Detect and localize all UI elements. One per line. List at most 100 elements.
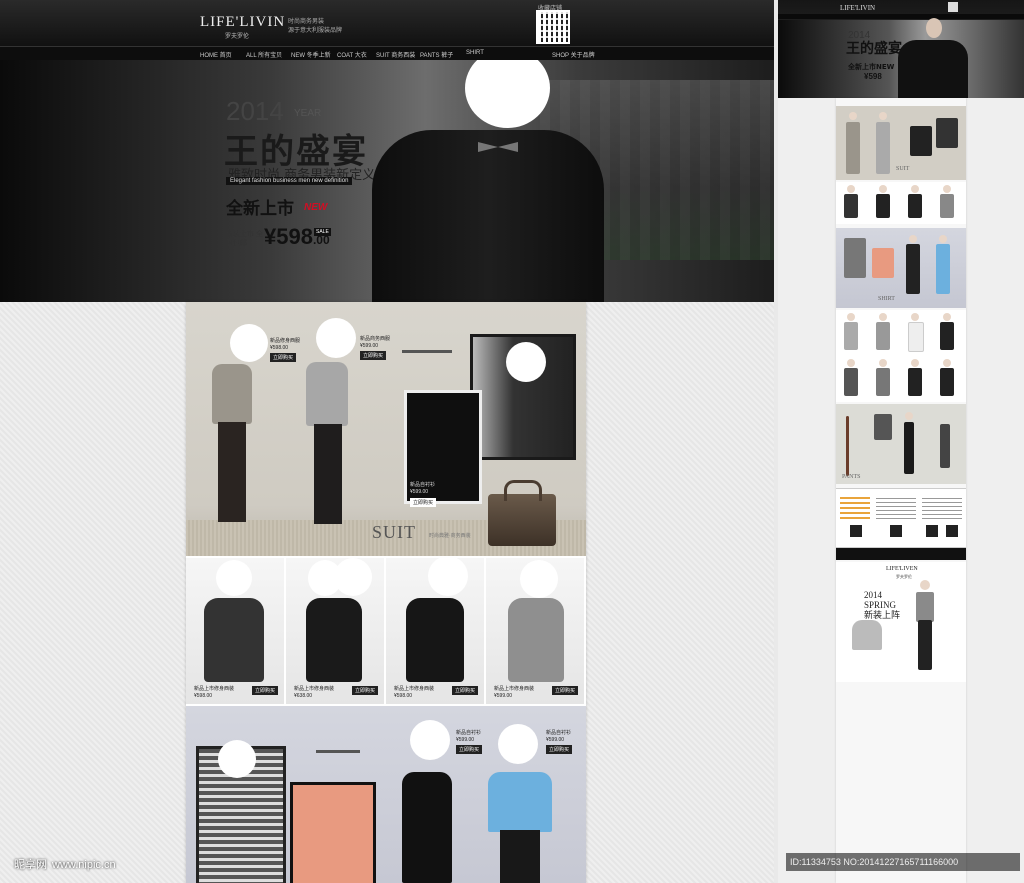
store-header: LIFE'LIVIN 罗夫罗伦 时尚商务男装 源于意大利服装品牌 收藏店铺 xyxy=(0,0,774,46)
suit-item-3-tag: 新品自衬衫 ¥599.00 xyxy=(410,482,436,495)
product-image xyxy=(204,598,264,682)
face-mask xyxy=(498,724,538,764)
preview-logo: LIFE'LIVIN xyxy=(840,4,876,12)
product-card[interactable]: 新品上市修身西装 ¥598.00 立即购买 xyxy=(186,558,286,704)
framed-pink-shirt-photo[interactable] xyxy=(290,782,376,883)
buy-button[interactable]: 立即购买 xyxy=(552,686,579,695)
product-image xyxy=(306,598,362,682)
suit-item-1-tag: 新品修身西服 ¥598.00 xyxy=(270,338,301,351)
favorite-shop-label[interactable]: 收藏店铺 xyxy=(538,3,562,12)
preview-spring-text: 2014 SPRING 新装上阵 xyxy=(864,590,901,620)
coat-hooks xyxy=(316,750,360,753)
preview-chair xyxy=(852,620,882,650)
brand-logo-sub: 罗夫罗伦 xyxy=(225,34,250,40)
nav-pants[interactable]: PANTS 裤子 xyxy=(420,50,453,59)
product-info: 新品上市修身西装 ¥638.00 xyxy=(294,686,335,699)
buy-button[interactable]: 立即购买 xyxy=(360,351,387,360)
brand-slogan: 时尚商务男装 源于意大利服装品牌 xyxy=(288,19,343,34)
preview-suit-label: SUIT xyxy=(896,166,910,172)
product-info: 新品上市修身西装 ¥599.00 xyxy=(494,686,535,699)
buy-button[interactable]: 立即购买 xyxy=(546,745,573,754)
preview-bottom-logo-sub: 罗夫罗伦 xyxy=(896,574,912,579)
hero-banner[interactable]: 2014 YEAR 王的盛宴 雅致时尚 商务男装新定义 Elegant fash… xyxy=(0,60,774,302)
nav-about[interactable]: SHOP 关于品牌 xyxy=(552,50,595,59)
face-mask xyxy=(334,558,372,596)
hero-subtitle-en: Elegant fashion business men new definit… xyxy=(226,177,353,185)
suit-model-2[interactable] xyxy=(306,362,348,426)
preview-shirt-block: SHIRT xyxy=(836,228,966,308)
hero-sale-tag: SALE xyxy=(314,228,331,236)
preview-hero-head xyxy=(926,18,942,38)
hero-year: 2014 xyxy=(226,96,284,126)
hero-new-tag: NEW xyxy=(304,202,328,213)
buy-button[interactable]: 立即购买 xyxy=(452,686,479,695)
preview-spring-block: LIFE'LIVEN 罗夫罗伦 2014 SPRING 新装上阵 xyxy=(836,562,966,682)
product-image xyxy=(508,598,564,682)
face-mask xyxy=(428,556,468,596)
nav-shirt[interactable]: SHIRT xyxy=(466,50,484,56)
product-card[interactable]: 新品上市修身西装 ¥598.00 立即购买 xyxy=(386,556,486,704)
shirt-model-black[interactable] xyxy=(402,772,452,883)
hero-year-word: YEAR xyxy=(294,108,322,119)
nav-home[interactable]: HOME 首页 xyxy=(200,50,232,59)
preview-pants-label: PANTS xyxy=(842,474,861,480)
watermark-site: 昵享网 www.nipic.cn xyxy=(14,859,116,871)
preview-shirt-label: SHIRT xyxy=(878,296,895,302)
content-column: 新品修身西服 ¥598.00 立即购买 新品商务西服 ¥599.00 立即购买 新品… xyxy=(186,302,586,883)
preview-qr-icon xyxy=(948,2,958,12)
buy-button[interactable]: 立即购买 xyxy=(410,498,437,507)
buy-button[interactable]: 立即购买 xyxy=(252,686,279,695)
hero-new-label: 全新上市 xyxy=(226,199,294,219)
qr-code-icon[interactable] xyxy=(536,10,570,44)
preview-shirt-grid xyxy=(836,310,966,402)
nav-new[interactable]: NEW 冬季上新 xyxy=(291,50,331,59)
product-info: 新品上市修身西装 ¥598.00 xyxy=(394,686,435,699)
preview-hero-title: 王的盛宴 xyxy=(846,41,902,57)
preview-hero-price: ¥598 xyxy=(864,72,882,81)
hero-face-mask xyxy=(465,60,550,128)
preview-pants-block: PANTS xyxy=(836,404,966,484)
main-nav: HOME 首页 ALL 所有宝贝 NEW 冬季上新 COAT 大衣 SUIT 商… xyxy=(0,46,774,61)
preview-service-block xyxy=(836,488,966,548)
face-mask xyxy=(410,720,450,760)
watermark-id: ID:11334753 NO:20141227165711166000 xyxy=(786,853,1020,871)
preview-footer-bar xyxy=(836,548,966,560)
product-image xyxy=(406,598,464,682)
buy-button[interactable]: 立即购买 xyxy=(456,745,483,754)
suit-item-2-tag: 新品商务西服 ¥599.00 xyxy=(360,336,391,349)
product-info: 新品上市修身西装 ¥598.00 xyxy=(194,686,235,699)
brand-logo[interactable]: LIFE'LIVIN xyxy=(200,14,285,31)
face-mask xyxy=(218,740,256,778)
face-mask xyxy=(316,318,356,358)
nav-coat[interactable]: COAT 大衣 xyxy=(337,50,367,59)
suit-section: 新品修身西服 ¥598.00 立即购买 新品商务西服 ¥599.00 立即购买 新品… xyxy=(186,302,586,556)
preview-header: LIFE'LIVIN 2014 王的盛宴 全新上市NEW ¥598 xyxy=(778,0,1024,98)
suit-heading: SUIT xyxy=(372,522,416,542)
product-card[interactable]: 新品上市修身西装 ¥638.00 立即购买 xyxy=(286,558,386,704)
preview-nav xyxy=(778,14,1024,19)
face-mask xyxy=(520,560,558,598)
preview-product-row xyxy=(836,182,966,224)
shirt-model-blue[interactable] xyxy=(488,772,552,832)
hero-note: 新装上市 全国包邮 xyxy=(226,231,263,247)
nav-all[interactable]: ALL 所有宝贝 xyxy=(246,50,282,59)
buy-button[interactable]: 立即购买 xyxy=(352,686,379,695)
coat-hooks xyxy=(402,350,452,353)
face-mask xyxy=(506,342,546,382)
briefcase-image xyxy=(488,480,556,546)
shirt-item-1-tag: 新品自衬衫 ¥599.00 xyxy=(456,730,482,743)
face-mask xyxy=(230,324,268,362)
shirt-item-2-tag: 新品自衬衫 ¥599.00 xyxy=(546,730,572,743)
full-page-preview: LIFE'LIVIN 2014 王的盛宴 全新上市NEW ¥598 SUIT S… xyxy=(778,0,1024,883)
preview-hero-model xyxy=(898,40,968,98)
suit-model-1-legs xyxy=(218,422,246,522)
suit-model-1[interactable] xyxy=(212,364,252,424)
nav-suit[interactable]: SUIT 商务西装 xyxy=(376,50,415,59)
shirt-section: 新品自衬衫 ¥599.00 立即购买 新品自衬衫 ¥599.00 立即购买 xyxy=(186,706,586,883)
preview-suit-block: SUIT xyxy=(836,106,966,180)
product-card[interactable]: 新品上市修身西装 ¥599.00 立即购买 xyxy=(486,558,586,704)
shirt-model-blue-legs xyxy=(500,830,540,883)
preview-column: SUIT SHIRT PANTS LIFE'LIVEN 罗夫罗伦 2014 SP… xyxy=(836,98,966,883)
buy-button[interactable]: 立即购买 xyxy=(270,353,297,362)
hero-model xyxy=(372,130,604,302)
